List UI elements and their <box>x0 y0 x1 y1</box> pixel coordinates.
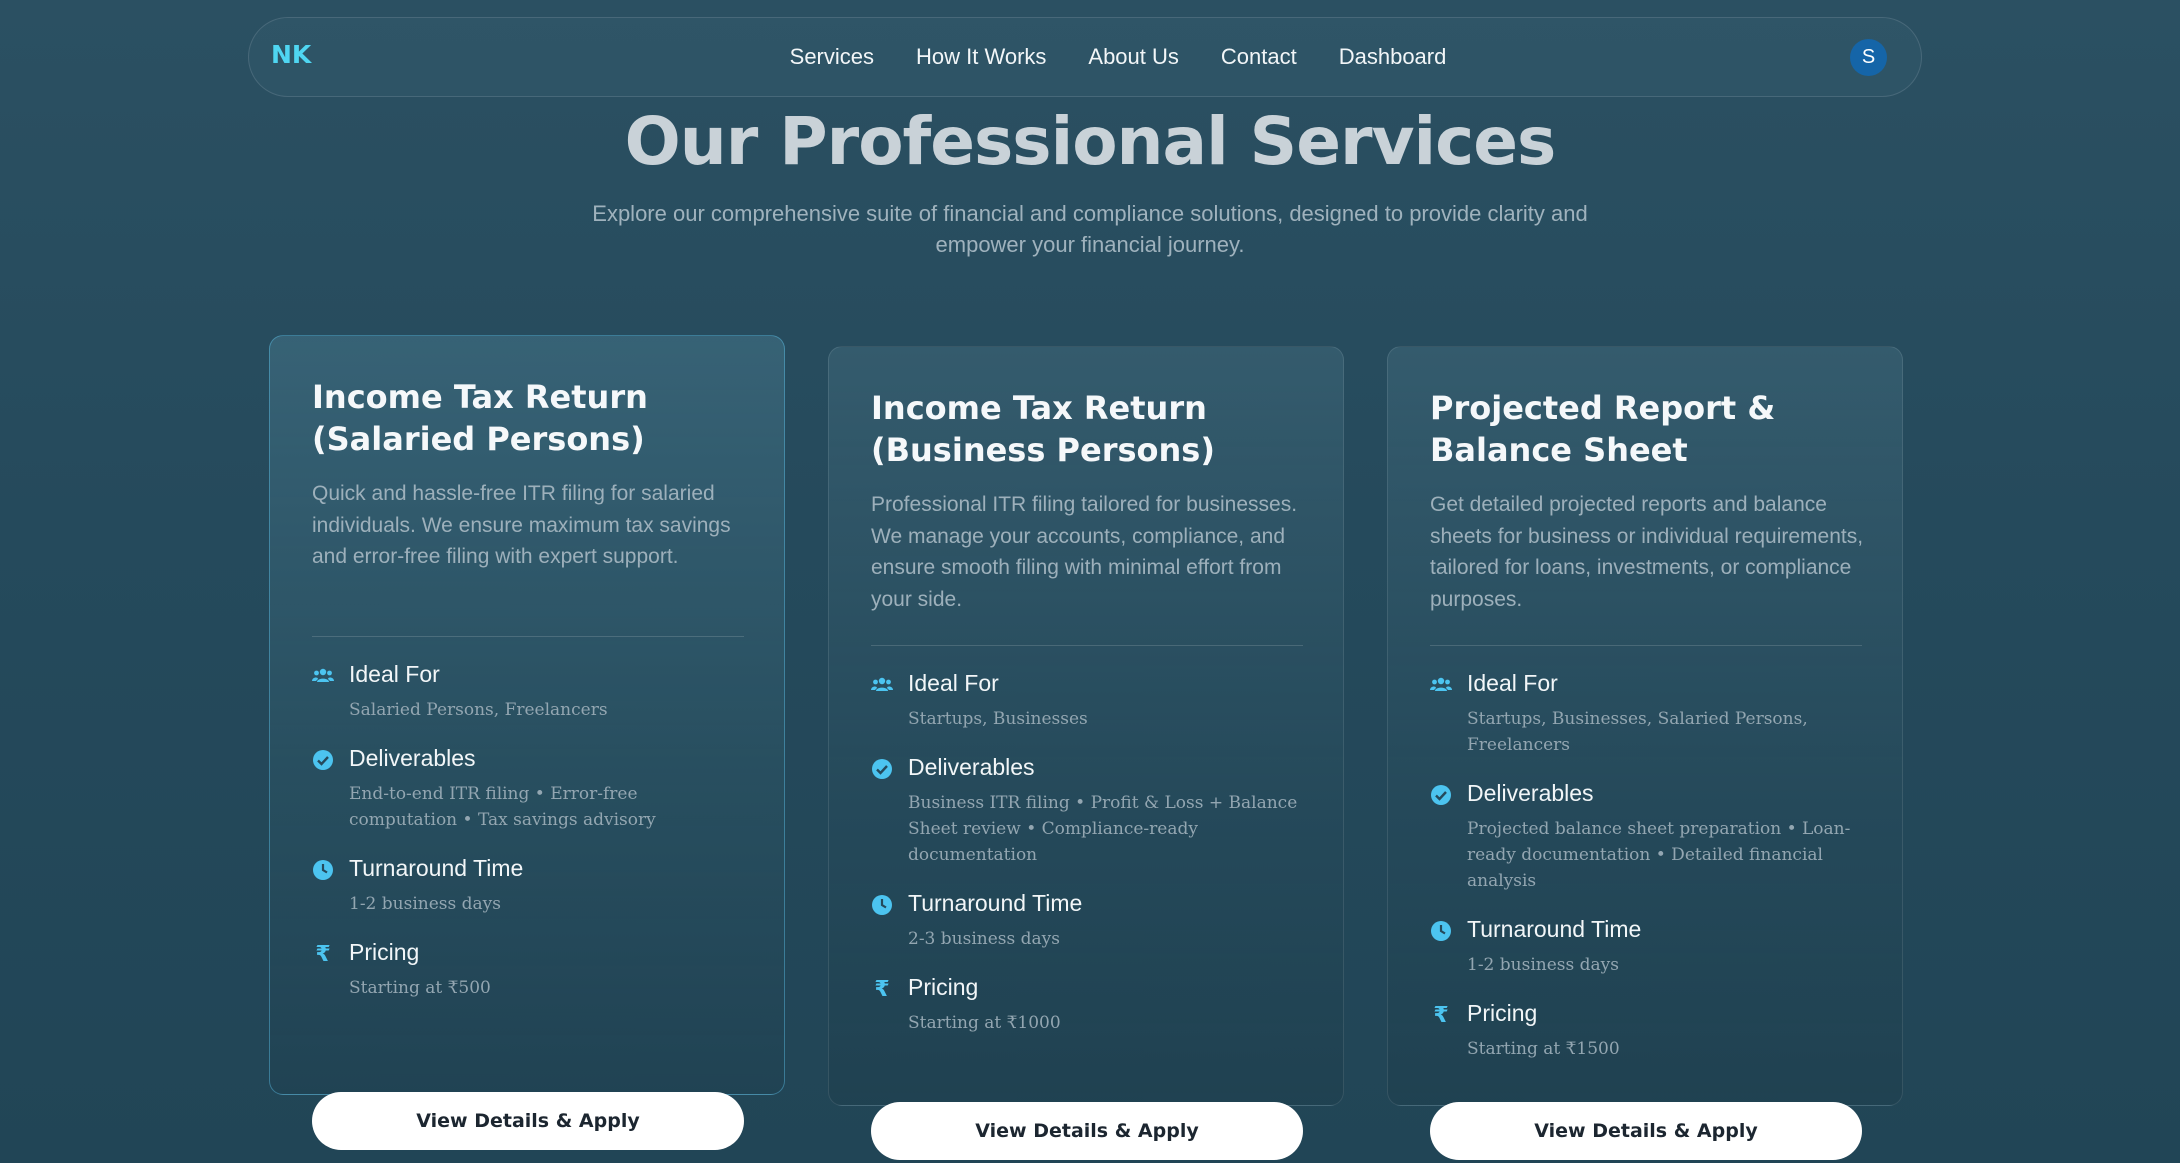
card-description: Quick and hassle-free ITR filing for sal… <box>312 482 731 568</box>
feature-title: Turnaround Time <box>349 855 524 881</box>
feature-detail: Starting at ₹1500 <box>1467 1039 1620 1059</box>
nav-link-dashboard[interactable]: Dashboard <box>1339 44 1447 70</box>
feature-detail: Starting at ₹500 <box>349 978 491 998</box>
feature-detail: Projected balance sheet preparation • Lo… <box>1467 819 1851 891</box>
feature-detail: Salaried Persons, Freelancers <box>349 700 608 720</box>
feature-detail: End-to-end ITR filing • Error-free compu… <box>349 784 656 830</box>
top-navbar: NK Services How It Works About Us Contac… <box>248 17 1922 97</box>
nav-link-services[interactable]: Services <box>790 44 874 70</box>
rupee-icon: ₹ <box>1433 1002 1449 1027</box>
nav-link-about-us[interactable]: About Us <box>1088 44 1179 70</box>
users-icon <box>1430 674 1452 696</box>
clock-icon <box>871 894 893 916</box>
rupee-icon: ₹ <box>315 941 331 966</box>
card-title: Projected Report & Balance Sheet <box>1430 389 1776 469</box>
page-subtitle: Explore our comprehensive suite of finan… <box>592 201 1588 257</box>
feature-title: Pricing <box>349 939 420 965</box>
feature-title: Ideal For <box>1467 670 1558 696</box>
feature-title: Ideal For <box>908 670 999 696</box>
feature-detail: 2-3 business days <box>908 929 1060 949</box>
service-card-itr-business[interactable]: Income Tax Return (Business Persons) Pro… <box>828 346 1344 1160</box>
feature-title: Deliverables <box>349 745 476 771</box>
view-details-apply-button[interactable]: View Details & Apply <box>312 1092 744 1150</box>
feature-detail: Startups, Businesses <box>908 709 1088 729</box>
nav-link-contact[interactable]: Contact <box>1221 44 1297 70</box>
service-card-itr-salaried[interactable]: Income Tax Return (Salaried Persons) Qui… <box>269 335 785 1150</box>
check-circle-icon <box>1430 784 1452 806</box>
user-avatar[interactable]: S <box>1850 39 1887 76</box>
feature-title: Deliverables <box>1467 780 1594 806</box>
feature-title: Pricing <box>1467 1000 1538 1026</box>
card-description: Get detailed projected reports and balan… <box>1430 493 1864 611</box>
card-description: Professional ITR filing tailored for bus… <box>871 493 1298 611</box>
page-title: Our Professional Services <box>624 103 1557 180</box>
feature-detail: Startups, Businesses, Salaried Persons, … <box>1467 709 1808 755</box>
service-card-projected-report[interactable]: Projected Report & Balance Sheet Get det… <box>1387 346 1903 1160</box>
card-title: Income Tax Return (Salaried Persons) <box>312 378 648 458</box>
feature-title: Turnaround Time <box>908 890 1083 916</box>
feature-detail: Starting at ₹1000 <box>908 1013 1061 1033</box>
feature-detail: Business ITR filing • Profit & Loss + Ba… <box>908 793 1298 865</box>
view-details-apply-button[interactable]: View Details & Apply <box>871 1102 1303 1160</box>
clock-icon <box>1430 920 1452 942</box>
card-divider <box>871 645 1303 646</box>
users-icon <box>312 665 334 687</box>
feature-title: Pricing <box>908 974 979 1000</box>
clock-icon <box>312 859 334 881</box>
view-details-apply-button[interactable]: View Details & Apply <box>1430 1102 1862 1160</box>
feature-title: Turnaround Time <box>1467 916 1642 942</box>
users-icon <box>871 674 893 696</box>
rupee-icon: ₹ <box>874 976 890 1001</box>
card-title: Income Tax Return (Business Persons) <box>871 389 1215 469</box>
card-divider <box>1430 645 1862 646</box>
feature-detail: 1-2 business days <box>1467 955 1619 975</box>
check-circle-icon <box>871 758 893 780</box>
feature-detail: 1-2 business days <box>349 894 501 914</box>
nav-links: Services How It Works About Us Contact D… <box>249 44 1921 70</box>
check-circle-icon <box>312 749 334 771</box>
nav-link-how-it-works[interactable]: How It Works <box>916 44 1046 70</box>
card-divider <box>312 636 744 637</box>
feature-title: Ideal For <box>349 661 440 687</box>
feature-title: Deliverables <box>908 754 1035 780</box>
